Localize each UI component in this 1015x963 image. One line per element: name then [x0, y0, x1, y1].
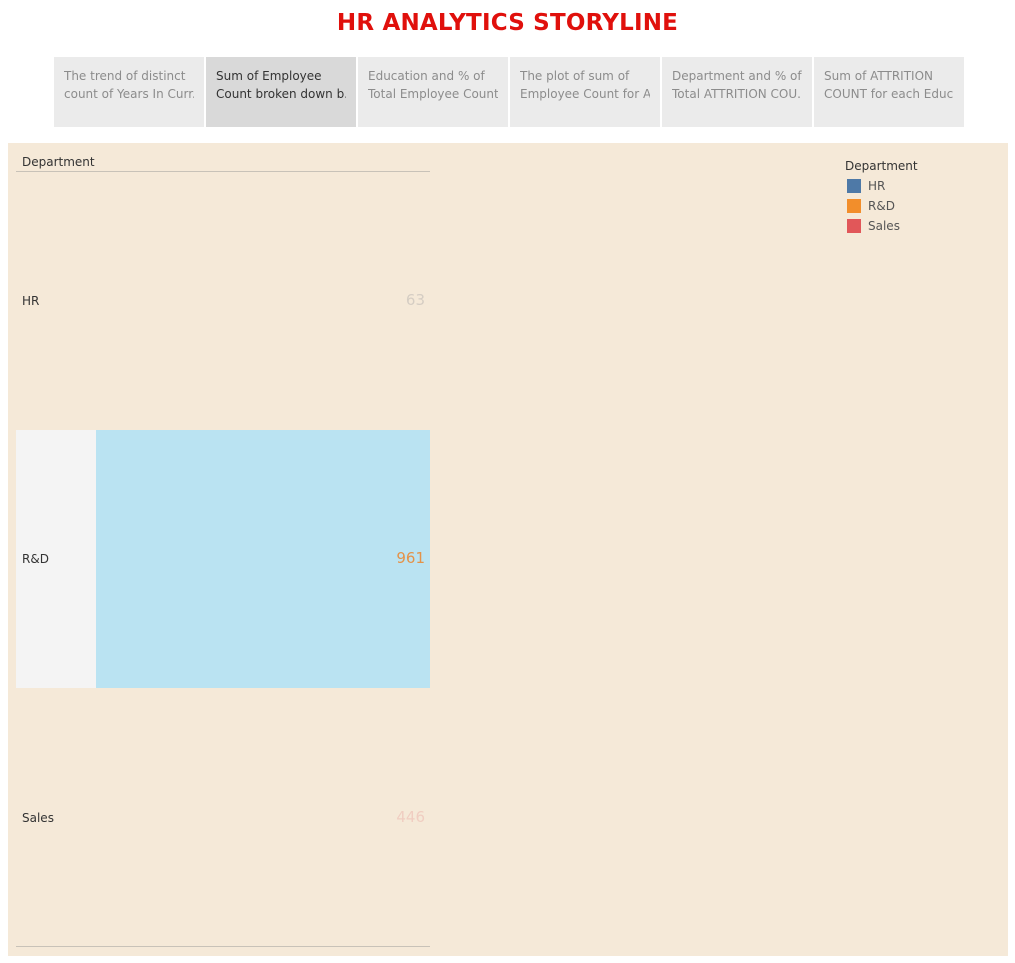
legend-item-sales[interactable]: Sales — [845, 216, 918, 236]
tab-label-line2: count of Years In Curr.. — [64, 87, 194, 101]
story-point-tab-5[interactable]: Department and % of Total ATTRITION COU.… — [662, 57, 812, 127]
legend-swatch-sales — [847, 219, 861, 233]
story-point-tab-2[interactable]: Sum of Employee Count broken down b.. — [206, 57, 356, 127]
table-row-sales[interactable]: Sales 446 — [16, 688, 430, 946]
tab-label-line1: Sum of Employee — [216, 69, 322, 83]
legend-item-rnd[interactable]: R&D — [845, 196, 918, 216]
legend-label: HR — [868, 179, 886, 193]
tab-label-line1: Education and % of — [368, 69, 485, 83]
story-root: HR ANALYTICS STORYLINE The trend of dist… — [0, 0, 1015, 963]
legend-title: Department — [845, 159, 918, 173]
row-mark-area — [96, 430, 430, 688]
row-label: Sales — [22, 811, 54, 825]
story-point-tab-1[interactable]: The trend of distinct count of Years In … — [54, 57, 204, 127]
tab-label-line2: COUNT for each Educ.. — [824, 87, 954, 101]
tab-label-line2: Employee Count for A.. — [520, 87, 650, 101]
story-point-tab-4[interactable]: The plot of sum of Employee Count for A.… — [510, 57, 660, 127]
tab-label-line1: Department and % of — [672, 69, 802, 83]
tab-label-line2: Count broken down b.. — [216, 87, 346, 101]
table-bottom-divider — [16, 946, 430, 947]
legend-item-hr[interactable]: HR — [845, 176, 918, 196]
table-row-hr[interactable]: HR 63 — [16, 172, 430, 430]
tab-label-line1: The plot of sum of — [520, 69, 630, 83]
dashboard-view: Department HR 63 R&D 961 Sales 446 Depar… — [8, 143, 1008, 956]
tab-label-line1: The trend of distinct — [64, 69, 186, 83]
row-value: 63 — [405, 291, 425, 309]
story-point-tab-3[interactable]: Education and % of Total Employee Count.… — [358, 57, 508, 127]
story-point-tab-6[interactable]: Sum of ATTRITION COUNT for each Educ.. — [814, 57, 964, 127]
row-mark-area — [96, 172, 430, 430]
row-label: HR — [22, 294, 40, 308]
tab-label-line1: Sum of ATTRITION — [824, 69, 934, 83]
tab-label-line2: Total ATTRITION COU.. — [672, 87, 802, 101]
legend-label: R&D — [868, 199, 895, 213]
table-row-rnd[interactable]: R&D 961 — [16, 430, 430, 688]
legend-swatch-rnd — [847, 199, 861, 213]
row-value: 446 — [396, 808, 425, 826]
row-value: 961 — [396, 549, 425, 567]
story-title: HR ANALYTICS STORYLINE — [336, 10, 679, 36]
tab-label-line2: Total Employee Count.. — [368, 87, 498, 101]
row-mark-area — [96, 688, 430, 946]
legend-label: Sales — [868, 219, 900, 233]
legend-swatch-hr — [847, 179, 861, 193]
row-label: R&D — [22, 552, 49, 566]
row-header-label: Department — [22, 155, 95, 169]
color-legend: Department HR R&D Sales — [845, 159, 918, 236]
